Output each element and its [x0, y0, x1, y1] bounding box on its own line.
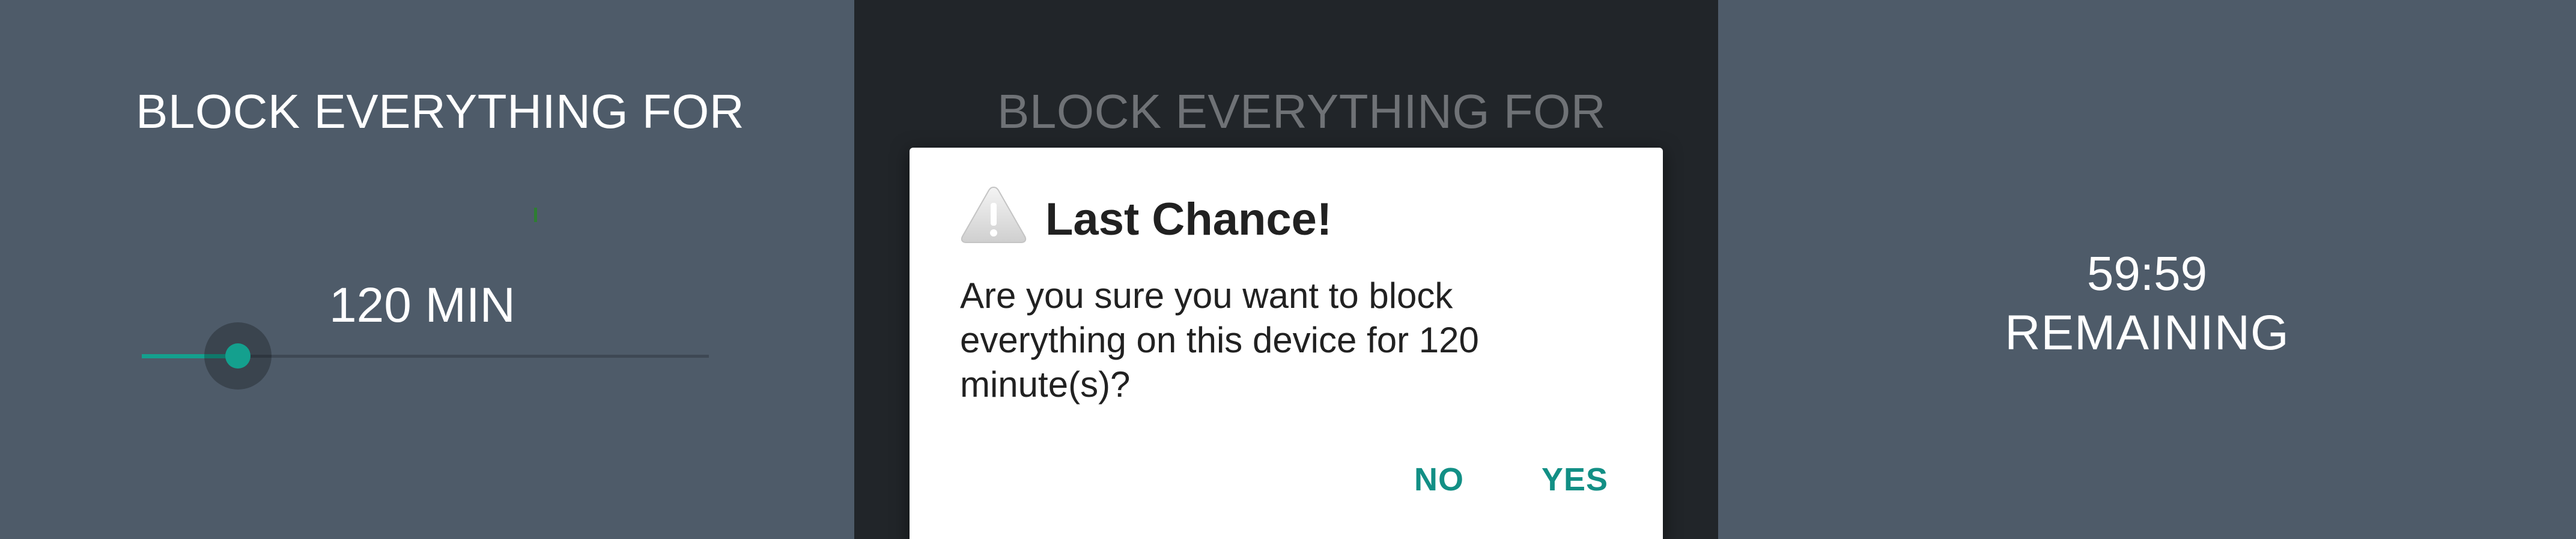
screen-heading: BLOCK EVERYTHING FOR [136, 85, 745, 138]
screenshot-strip: BLOCK EVERYTHING FOR 120 MIN BLOCK EVERY… [0, 0, 2576, 539]
screen-heading-dimmed: BLOCK EVERYTHING FOR [997, 85, 1606, 138]
yes-button[interactable]: YES [1533, 456, 1617, 503]
duration-slider[interactable] [142, 318, 709, 394]
remaining-label: REMAINING [2005, 306, 2289, 360]
confirm-dialog: Last Chance! Are you sure you want to bl… [910, 148, 1663, 539]
dialog-message: Are you sure you want to block everythin… [960, 276, 1479, 405]
confirm-screen: BLOCK EVERYTHING FOR Last Chance! Are yo… [854, 0, 1718, 539]
dialog-title: Last Chance! [1045, 194, 1332, 245]
no-button[interactable]: NO [1406, 456, 1472, 503]
time-remaining: 59:59 [2086, 247, 2208, 300]
decorative-tick [534, 208, 537, 222]
duration-picker-screen: BLOCK EVERYTHING FOR 120 MIN [0, 0, 854, 539]
countdown-screen: 59:59 REMAINING [1718, 0, 2576, 539]
warning-triangle-icon [961, 186, 1027, 243]
